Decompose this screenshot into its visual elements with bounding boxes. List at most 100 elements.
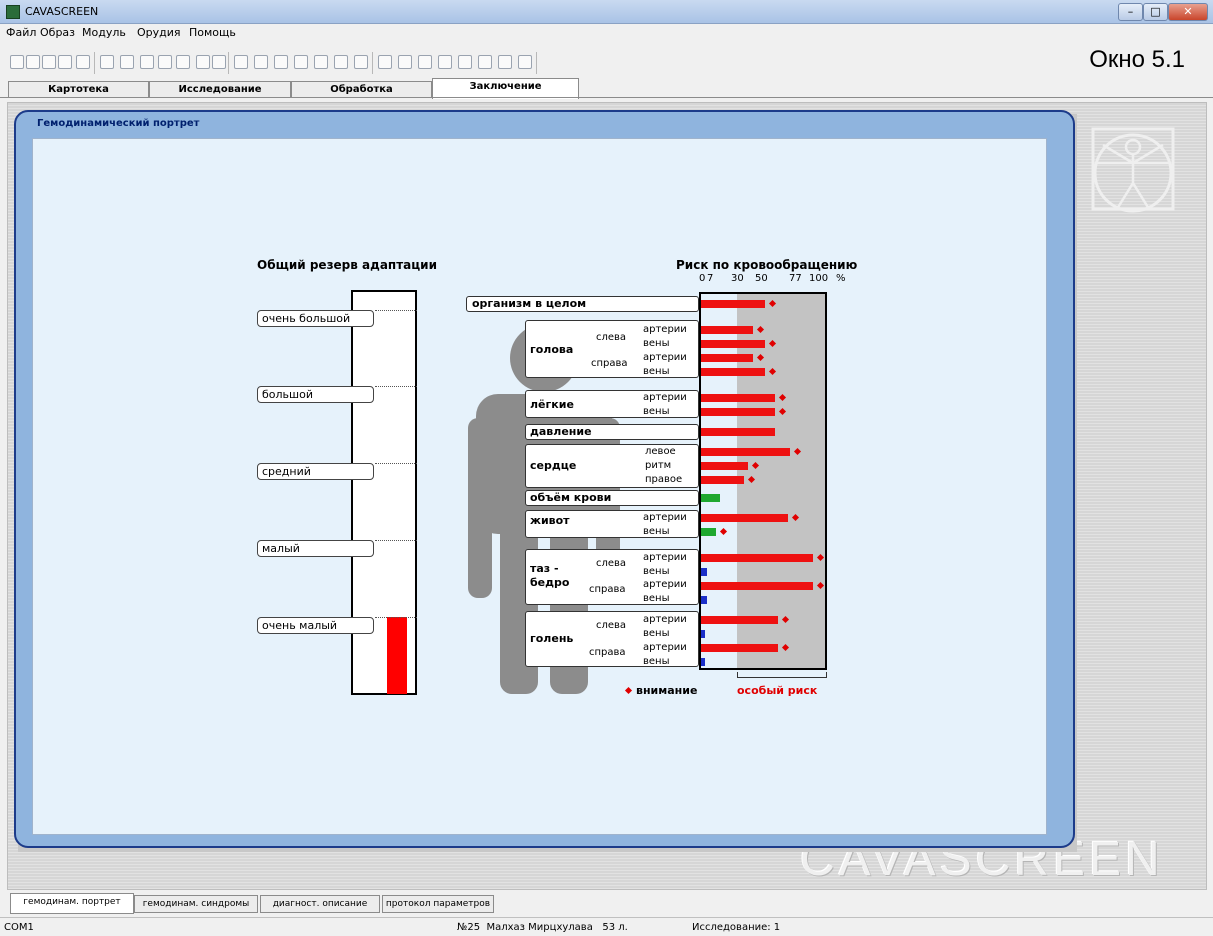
toolbar-button-icon[interactable] (378, 55, 392, 69)
toolbar-button-icon[interactable] (120, 55, 134, 69)
tab-diagnostic-description[interactable]: диагност. описание (260, 895, 380, 913)
tab-processing[interactable]: Обработка (291, 81, 432, 98)
side-left-label: слева (596, 332, 627, 343)
risk-bar (701, 428, 775, 436)
legend-special-risk: особый риск (737, 684, 818, 697)
status-port: COM1 (4, 922, 34, 933)
tick-label: 7 (707, 273, 714, 284)
level-high: большой (257, 386, 374, 403)
toolbar-button-icon[interactable] (234, 55, 248, 69)
toolbar-button-icon[interactable] (418, 55, 432, 69)
toolbar-button-icon[interactable] (196, 55, 210, 69)
side-right-label: справа (589, 584, 626, 595)
side-right-label: справа (589, 647, 626, 658)
close-button[interactable]: ✕ (1168, 3, 1208, 21)
row-label-arteries: артерии (643, 324, 687, 335)
tab-conclusion[interactable]: Заключение (432, 78, 579, 99)
toolbar-button-icon[interactable] (176, 55, 190, 69)
row-label-arteries: артерии (643, 352, 687, 363)
toolbar-button-icon[interactable] (398, 55, 412, 69)
risk-bar (701, 568, 707, 576)
row-label-arteries: артерии (643, 642, 687, 653)
tab-hemodynamic-portrait[interactable]: гемодинам. портрет (10, 893, 134, 914)
risk-bar (701, 462, 748, 470)
risk-bar (701, 448, 790, 456)
adaptation-bar (387, 617, 407, 694)
menu-tools[interactable]: Орудия (137, 26, 181, 39)
tab-examination[interactable]: Исследование (149, 81, 291, 98)
toolbar-separator (536, 52, 537, 74)
level-medium: средний (257, 463, 374, 480)
risk-bar (701, 630, 705, 638)
status-bar: COM1 №25 Малхаз Мирцхулава 53 л. Исследо… (0, 917, 1213, 936)
toolbar-button-icon[interactable] (314, 55, 328, 69)
menu-help[interactable]: Помощь (189, 26, 236, 39)
menu-bar: Файл Образ Модуль Орудия Помощь (0, 24, 1213, 42)
menu-image[interactable]: Образ (40, 26, 75, 39)
toolbar-button-icon[interactable] (354, 55, 368, 69)
minimize-button[interactable]: – (1118, 3, 1143, 21)
row-label-arteries: артерии (643, 579, 687, 590)
row-label-heart-left: левое (645, 446, 676, 457)
toolbar-button-icon[interactable] (518, 55, 532, 69)
tick-label: 50 (755, 273, 768, 284)
risk-bar (701, 340, 765, 348)
toolbar-button-icon[interactable] (498, 55, 512, 69)
toolbar-button-icon[interactable] (294, 55, 308, 69)
vitruvian-man-logo (1091, 127, 1175, 213)
toolbar-button-icon[interactable] (274, 55, 288, 69)
toolbar-button-icon[interactable] (140, 55, 154, 69)
toolbar-button-icon[interactable] (254, 55, 268, 69)
row-label-heart-right: правое (645, 474, 683, 485)
status-study: Исследование: 1 (692, 922, 781, 933)
toolbar-separator (372, 52, 373, 74)
risk-bar (701, 300, 765, 308)
risk-bar (701, 596, 707, 604)
toolbar-button-icon[interactable] (212, 55, 226, 69)
risk-bar (701, 554, 813, 562)
toolbar (0, 42, 1213, 80)
tab-hemodynamic-syndromes[interactable]: гемодинам. синдромы (134, 895, 258, 913)
tick-label: 77 (789, 273, 802, 284)
window-title: CAVASCREEN (25, 5, 99, 18)
level-low: малый (257, 540, 374, 557)
row-label-veins: вены (643, 628, 670, 639)
toolbar-button-icon[interactable] (42, 55, 56, 69)
risk-bar (701, 326, 753, 334)
adaptation-title: Общий резерв адаптации (257, 258, 437, 272)
toolbar-button-icon[interactable] (478, 55, 492, 69)
maximize-button[interactable]: □ (1143, 3, 1168, 21)
level-marker (375, 463, 417, 464)
adaptation-scale (351, 290, 417, 695)
risk-bar (701, 658, 705, 666)
toolbar-button-icon[interactable] (26, 55, 40, 69)
side-left-label: слева (596, 558, 627, 569)
risk-bar (701, 644, 778, 652)
row-label-veins: вены (643, 566, 670, 577)
tab-card-index[interactable]: Картотека (8, 81, 149, 98)
toolbar-button-icon[interactable] (458, 55, 472, 69)
menu-module[interactable]: Модуль (82, 26, 126, 39)
toolbar-button-icon[interactable] (100, 55, 114, 69)
toolbar-button-icon[interactable] (158, 55, 172, 69)
toolbar-button-icon[interactable] (334, 55, 348, 69)
risk-bar (701, 616, 778, 624)
toolbar-button-icon[interactable] (438, 55, 452, 69)
side-right-label: справа (591, 358, 628, 369)
panel-title: Гемодинамический портрет (34, 118, 203, 129)
row-label-veins: вены (643, 656, 670, 667)
toolbar-button-icon[interactable] (10, 55, 24, 69)
toolbar-button-icon[interactable] (58, 55, 72, 69)
risk-bar (701, 528, 716, 536)
risk-zone-brace (737, 672, 827, 678)
menu-file[interactable]: Файл (6, 26, 36, 39)
row-label-veins: вены (643, 366, 670, 377)
risk-bar (701, 408, 775, 416)
toolbar-button-icon[interactable] (76, 55, 90, 69)
tab-parameter-protocol[interactable]: протокол параметров (382, 895, 494, 913)
view-tabs: гемодинам. портрет гемодинам. синдромы д… (0, 893, 1213, 917)
level-very-high: очень большой (257, 310, 374, 327)
row-label-arteries: артерии (643, 552, 687, 563)
row-label-veins: вены (643, 526, 670, 537)
app-icon (6, 5, 20, 19)
